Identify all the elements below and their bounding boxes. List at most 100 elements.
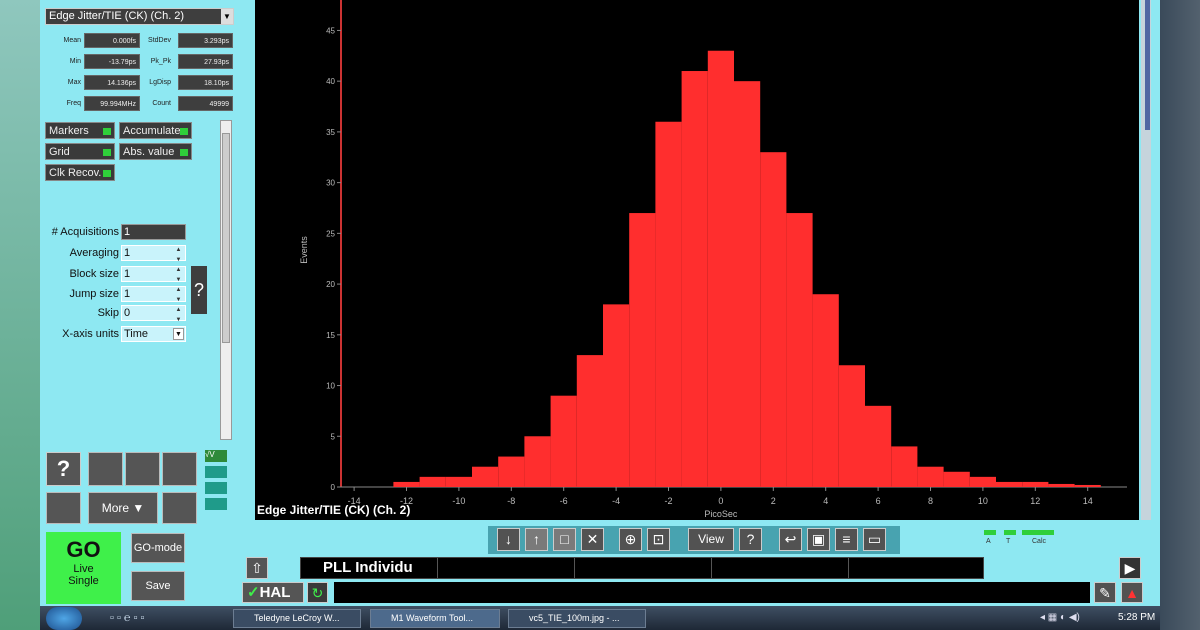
averaging-value: 1: [124, 247, 131, 259]
measurement-select[interactable]: Edge Jitter/TIE (CK) (Ch. 2) ▼: [45, 8, 234, 25]
histogram-icon[interactable]: [88, 452, 123, 486]
histogram-bar: [524, 436, 551, 487]
plot-area: 0 5 10 15 20 25 30 35 40 45 -14 -12 -10 -8 -6 -4 -2 0 2 4 6 8…: [255, 0, 1139, 520]
y-tick-label: 35: [326, 128, 335, 137]
x-tick-label: -6: [560, 496, 568, 506]
histogram-bar: [969, 476, 996, 487]
help-button[interactable]: ?: [46, 452, 81, 486]
jump-size-label: Jump size: [69, 288, 119, 300]
stat-value: -13.79ps: [84, 54, 140, 69]
status-led: [205, 498, 227, 510]
clk-recov-label: Clk Recov.: [49, 167, 102, 179]
save-button[interactable]: Save: [131, 571, 185, 601]
y-axis-label: Events: [299, 236, 309, 264]
help-glyph: ?: [56, 456, 71, 481]
arrow-down-icon[interactable]: ↓: [497, 528, 520, 551]
quick-launch-icons[interactable]: ▫ ▫ ℮ ▫ ▫: [110, 612, 206, 626]
close-icon[interactable]: ✕: [581, 528, 604, 551]
histogram-bar: [576, 355, 603, 487]
desktop-right: [1160, 0, 1200, 630]
x-tick-label: 4: [823, 496, 828, 506]
list-icon[interactable]: ≡: [835, 528, 858, 551]
live-label: Live: [73, 563, 94, 575]
hal-label: HAL: [259, 584, 291, 601]
window-icon[interactable]: ▭: [863, 528, 886, 551]
zoom-box-icon[interactable]: ⊡: [647, 528, 670, 551]
histogram-bar: [917, 466, 944, 487]
alert-icon[interactable]: ▲: [1121, 582, 1143, 603]
histogram-bar: [1048, 483, 1075, 487]
stat-label: Max: [67, 79, 81, 86]
y-tick-label: 30: [326, 179, 335, 188]
grid-label: Grid: [49, 146, 70, 158]
histogram-bar: [419, 476, 446, 487]
upload-icon[interactable]: ⇧: [246, 557, 268, 579]
zoom-in-icon[interactable]: ⊕: [619, 528, 642, 551]
task-item[interactable]: vc5_TIE_100m.jpg - ...: [508, 609, 646, 628]
histogram-bar: [629, 213, 656, 487]
divider: [711, 558, 712, 578]
task-item[interactable]: Teledyne LeCroy W...: [233, 609, 361, 628]
histogram-bar: [734, 81, 761, 488]
led-icon: [103, 170, 111, 177]
go-mode-label: GO-mode: [133, 542, 183, 554]
save-disk-icon[interactable]: ▣: [807, 528, 830, 551]
y-tick-label: 15: [326, 331, 335, 340]
stat-label: Mean: [63, 37, 81, 44]
print-icon[interactable]: [46, 492, 81, 524]
led-icon: [103, 149, 111, 156]
clk-recov-toggle[interactable]: Clk Recov.: [45, 164, 115, 181]
settings-icon[interactable]: [125, 452, 160, 486]
start-button[interactable]: [46, 607, 82, 630]
go-button[interactable]: GO Live Single: [46, 532, 121, 604]
clock: 5:28 PM: [1118, 612, 1156, 623]
stat-label: Count: [152, 100, 171, 107]
view-button[interactable]: View: [688, 528, 734, 551]
stat-value: 0.000fs: [84, 33, 140, 48]
cursor-help-icon[interactable]: ?: [739, 528, 762, 551]
pll-strip: PLL Individu: [300, 557, 984, 579]
play-icon[interactable]: ▶: [1119, 557, 1141, 579]
histogram-bar: [786, 213, 813, 487]
accumulate-toggle[interactable]: Accumulate: [119, 122, 192, 139]
help-icon[interactable]: ?: [191, 266, 207, 314]
histogram-bar: [760, 152, 787, 487]
tray-icons[interactable]: ◂ ▦ ◐ ◀): [1040, 612, 1080, 623]
undo-icon[interactable]: ↩: [779, 528, 802, 551]
markers-toggle[interactable]: Markers: [45, 122, 115, 139]
status-led: [205, 482, 227, 494]
plot-scroll-thumb[interactable]: [1145, 0, 1150, 130]
chevron-down-icon[interactable]: ▼: [221, 9, 233, 24]
x-axis-units-select[interactable]: Time ▼: [121, 326, 186, 342]
more-button[interactable]: More ▼: [88, 492, 158, 524]
export-icon[interactable]: [162, 492, 197, 524]
led-a-label: A: [986, 538, 991, 545]
led-t: [1004, 530, 1016, 535]
stepper-arrows[interactable]: ▲ ▼ ▲ ▼ ▲ ▼ ▲ ▼: [172, 245, 185, 323]
abs-value-toggle[interactable]: Abs. value: [119, 143, 192, 160]
arrow-up-icon[interactable]: ↑: [525, 528, 548, 551]
tool-icon[interactable]: ✎: [1094, 582, 1116, 603]
scroll-thumb[interactable]: [222, 133, 230, 343]
task-item[interactable]: M1 Waveform Tool...: [370, 609, 500, 628]
stat-value: 3.293ps: [178, 33, 233, 48]
refresh-icon[interactable]: ↻: [307, 582, 328, 603]
go-mode-button[interactable]: GO-mode: [131, 533, 185, 563]
x-tick-label: -8: [507, 496, 515, 506]
averaging-label: Averaging: [69, 247, 119, 259]
acquisitions-field[interactable]: 1: [121, 224, 186, 240]
stat-label: Freq: [66, 100, 81, 107]
chevron-down-icon[interactable]: ▼: [173, 328, 184, 340]
grid-toggle[interactable]: Grid: [45, 143, 115, 160]
message-bar: [334, 582, 1090, 603]
block-size-value: 1: [124, 268, 131, 280]
stop-icon[interactable]: □: [553, 528, 576, 551]
led-calc: [1022, 530, 1054, 535]
status-leds: A T Calc: [984, 530, 1064, 548]
led-icon: [103, 128, 111, 135]
led-calc-label: Calc: [1032, 538, 1047, 545]
x-tick-label: 10: [978, 496, 988, 506]
settings-scrollbar[interactable]: [220, 120, 232, 440]
waveform-icon[interactable]: [162, 452, 197, 486]
hal-button[interactable]: ✓HAL: [242, 582, 304, 603]
